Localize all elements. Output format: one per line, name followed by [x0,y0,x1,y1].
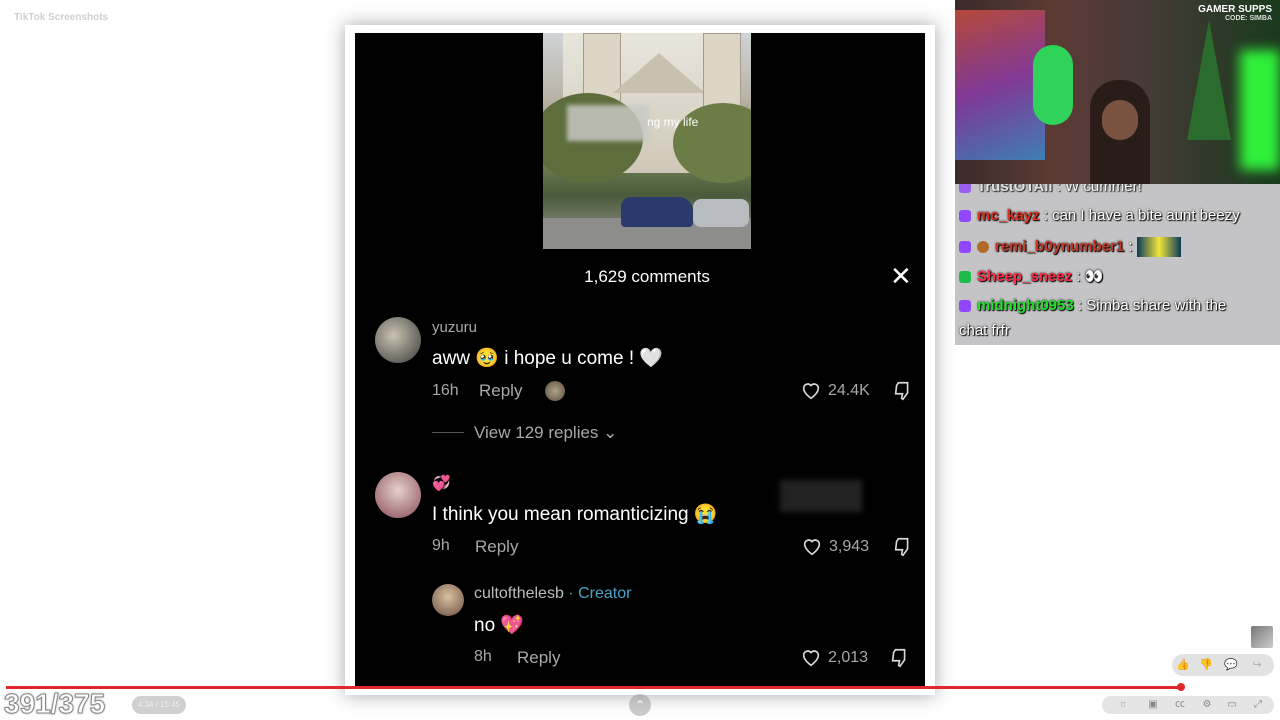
comment-time: 9h [432,537,450,554]
fullscreen-icon[interactable]: ⤢ [1251,698,1265,712]
twitch-badge-icon [959,241,971,253]
avatar[interactable] [432,584,464,616]
avatar[interactable] [375,317,421,363]
comment-username-row: cultofthelesb · Creator [474,585,631,603]
comments-count: 1,629 comments [584,267,710,286]
like-count: 3,943 [829,538,870,555]
kick-badge-icon [959,271,971,284]
chat-message: TrustOTAll : W cummer! [959,184,1142,195]
chat-text: : Simba share with the [1077,297,1227,314]
channel-avatar[interactable] [1251,626,1273,648]
blurred-region [780,480,862,512]
christmas-tree [1187,20,1231,140]
tiktok-comments-panel: ng my life 1,629 comments ✕ yuzuru aww 🥹… [355,33,925,687]
chat-message: remi_b0ynumber1 : [959,237,1181,257]
dislike-icon[interactable] [892,536,914,563]
sponsor-logo: GAMER SUPPS CODE: SIMBA [1198,4,1272,22]
comment-username[interactable]: 💞 [432,474,451,492]
chat-username: remi_b0ynumber1 [995,237,1125,255]
comment-username[interactable]: cultofthelesb [474,585,564,602]
comment-text: I think you mean romanticizing 😭 [432,504,718,525]
comment-time: 16h [432,382,459,399]
bear-badge-icon [977,241,989,253]
streamer-webcam: GAMER SUPPS CODE: SIMBA [955,0,1280,184]
video-thumbnail[interactable]: ng my life [543,33,751,249]
twitch-badge-icon [959,184,971,194]
chevron-up-icon[interactable]: ⌃ [629,694,651,716]
comment-username[interactable]: yuzuru [432,319,477,336]
comment-text: no 💖 [474,615,525,636]
creator-liked-avatar [545,381,565,401]
thumbnail-caption: ng my life [647,115,699,129]
heart-icon[interactable] [801,535,823,562]
time-display: 4:34 / 15:45 [132,696,186,714]
avatar[interactable] [375,472,421,518]
counter-overlay: 391/375 [3,688,106,720]
chat-text: : can I have a bite aunt beezy [1043,207,1240,224]
heart-icon[interactable] [800,379,822,406]
like-icon[interactable]: 👍 [1176,658,1190,672]
twitch-badge-icon [959,300,971,313]
like-count: 24.4K [828,382,870,399]
dislike-icon[interactable] [889,647,911,674]
creator-tag: · Creator [568,585,632,602]
dislike-icon[interactable] [892,380,914,407]
grinch-decoration [1033,45,1073,125]
twitch-badge-icon [959,210,971,223]
emote-icon [1136,237,1181,257]
top-label: TikTok Screenshots [14,12,109,23]
blurred-caption [567,105,649,141]
chat-message: mc_kayz : can I have a bite aunt beezy [959,207,1240,224]
view-replies-divider [432,432,464,433]
chat-username: Sheep_sneez [977,268,1073,285]
progress-fill [6,686,1181,689]
chat-message-continued: chat frfr [959,322,1010,339]
close-icon[interactable]: ✕ [890,263,912,289]
comment-text: aww 🥹 i hope u come ! 🤍 [432,348,664,369]
chat-username: midnight0953 [977,297,1074,314]
reply-button[interactable]: Reply [517,648,560,668]
dislike-icon[interactable]: 👎 [1199,658,1213,672]
reply-button[interactable]: Reply [479,381,522,401]
chat-message: midnight0953 : Simba share with the [959,297,1226,314]
view-replies-button[interactable]: View 129 replies ⌄ [474,423,617,443]
chat-text: : [1128,237,1133,255]
chat-username: mc_kayz [977,207,1040,224]
progress-scrubber[interactable] [1177,683,1185,691]
chat-username: TrustOTAll [977,184,1053,195]
chat-message: Sheep_sneez : 👀 [959,267,1103,285]
chat-text: : W cummer! [1056,184,1142,195]
reply-button[interactable]: Reply [475,537,518,557]
quality-icon[interactable]: ▣ [1146,698,1160,712]
heart-icon[interactable] [800,646,822,673]
comment-time: 8h [474,648,492,665]
captions-icon[interactable]: ㏄ [1173,698,1187,712]
chat-text: : 👀 [1076,268,1104,285]
comment-icon[interactable]: 💬 [1224,658,1238,672]
settings-icon[interactable]: ⚙ [1200,698,1214,712]
screenshot-icon[interactable]: ◻ [1110,698,1136,712]
share-icon[interactable]: ↪ [1250,658,1264,672]
like-count: 2,013 [828,649,869,666]
stream-chat: TrustOTAll : W cummer! mc_kayz : can I h… [955,184,1280,345]
miniplayer-icon[interactable]: ▭ [1225,698,1239,712]
